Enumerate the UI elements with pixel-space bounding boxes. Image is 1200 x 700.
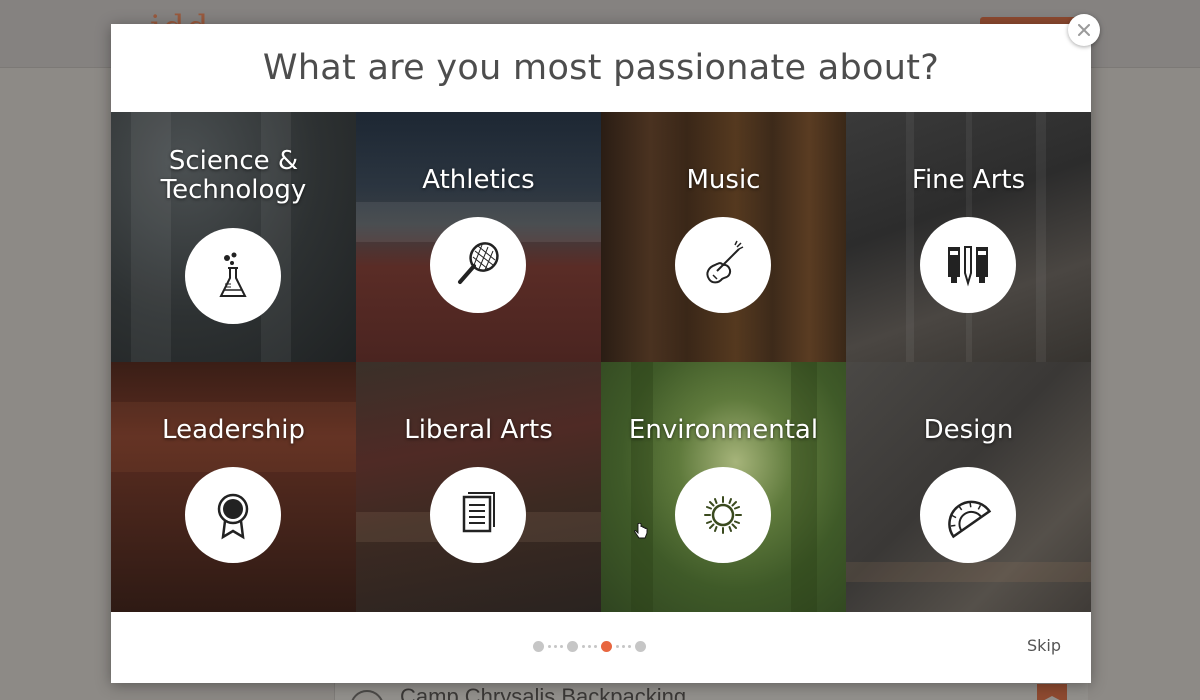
close-icon <box>1078 24 1090 36</box>
pager-separator <box>616 645 631 648</box>
pager-dot[interactable] <box>533 641 544 652</box>
tile-label: Leadership <box>162 415 305 445</box>
tennis-racket-icon <box>458 242 499 284</box>
tile-label: Music <box>686 165 761 195</box>
category-grid: Science & Technology Athletics Music Fin… <box>111 112 1091 612</box>
tile-icon-circle <box>920 467 1016 563</box>
document-icon <box>462 492 495 533</box>
tile-icon-circle <box>675 217 771 313</box>
tile-environmental[interactable]: Environmental <box>601 362 846 612</box>
tile-label: Athletics <box>422 165 535 195</box>
tile-icon-circle <box>430 467 526 563</box>
modal-footer: Skip <box>111 612 1091 683</box>
protractor-icon <box>948 500 992 539</box>
tile-liberal-arts[interactable]: Liberal Arts <box>356 362 601 612</box>
pager-dot-active[interactable] <box>601 641 612 652</box>
pager-dot[interactable] <box>635 641 646 652</box>
paint-tubes-icon <box>948 246 988 287</box>
tile-leadership[interactable]: Leadership <box>111 362 356 612</box>
modal-title: What are you most passionate about? <box>262 48 940 88</box>
tile-label: Environmental <box>628 415 819 445</box>
background-item-title: Camp Chrysalis Backpacking <box>400 684 687 700</box>
tile-fine-arts[interactable]: Fine Arts <box>846 112 1091 362</box>
tile-design[interactable]: Design <box>846 362 1091 612</box>
tile-icon-circle <box>430 217 526 313</box>
sun-icon <box>704 496 742 534</box>
award-ribbon-icon <box>217 493 249 540</box>
tile-icon-circle <box>185 467 281 563</box>
skip-link[interactable]: Skip <box>1027 636 1061 655</box>
passion-modal: What are you most passionate about? Scie… <box>111 24 1091 683</box>
bookmark-ribbon-icon <box>1037 684 1067 700</box>
tile-icon-circle <box>920 217 1016 313</box>
hand-cursor-icon <box>634 523 648 539</box>
tile-icon-circle <box>185 228 281 324</box>
tile-science-technology[interactable]: Science & Technology <box>111 112 356 362</box>
pager <box>533 641 646 652</box>
tile-icon-circle <box>675 467 771 563</box>
tile-label: Design <box>923 415 1014 445</box>
tile-label: Liberal Arts <box>404 415 553 445</box>
flask-icon <box>219 252 247 297</box>
tile-label: Science & Technology <box>160 146 307 205</box>
violin-icon <box>706 240 744 284</box>
close-button[interactable] <box>1068 14 1100 46</box>
pager-dot[interactable] <box>567 641 578 652</box>
pager-separator <box>548 645 563 648</box>
tile-athletics[interactable]: Athletics <box>356 112 601 362</box>
tile-music[interactable]: Music <box>601 112 846 362</box>
tile-label: Fine Arts <box>911 165 1026 195</box>
pager-separator <box>582 645 597 648</box>
